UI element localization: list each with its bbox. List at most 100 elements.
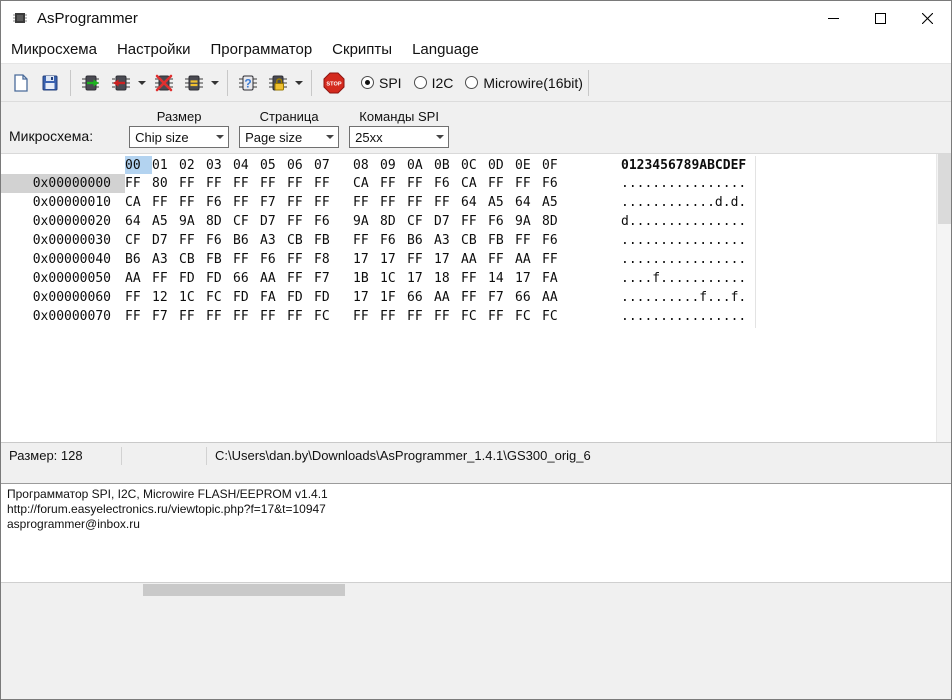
- hex-byte[interactable]: F6: [260, 250, 287, 269]
- hex-byte[interactable]: FF: [542, 250, 569, 269]
- write-chip-button[interactable]: [106, 68, 136, 98]
- hex-byte[interactable]: B6: [233, 231, 260, 250]
- menu-item-1[interactable]: Настройки: [107, 38, 201, 61]
- hex-byte[interactable]: FF: [287, 212, 314, 231]
- hex-byte[interactable]: FF: [488, 250, 515, 269]
- hex-byte[interactable]: FF: [152, 269, 179, 288]
- hex-byte[interactable]: CF: [125, 231, 152, 250]
- hex-byte[interactable]: CB: [461, 231, 488, 250]
- scrollbar-thumb[interactable]: [143, 584, 345, 596]
- chevron-down-icon[interactable]: [432, 127, 448, 147]
- hex-byte[interactable]: F7: [152, 307, 179, 326]
- hex-byte[interactable]: FD: [206, 269, 233, 288]
- hex-byte[interactable]: B6: [125, 250, 152, 269]
- write-dropdown-arrow-icon[interactable]: [136, 68, 147, 98]
- maximize-button[interactable]: [857, 1, 904, 35]
- hex-byte[interactable]: FF: [287, 307, 314, 326]
- hex-byte[interactable]: F7: [488, 288, 515, 307]
- hex-byte[interactable]: FF: [260, 307, 287, 326]
- verify-dropdown-arrow-icon[interactable]: [209, 68, 220, 98]
- hex-byte[interactable]: CA: [353, 174, 380, 193]
- radio-spi[interactable]: SPI: [361, 75, 402, 91]
- hex-ascii[interactable]: ..........f...f.: [621, 288, 746, 307]
- hex-byte[interactable]: FF: [287, 174, 314, 193]
- hex-byte[interactable]: 66: [407, 288, 434, 307]
- hex-ascii[interactable]: ....f...........: [621, 269, 746, 288]
- hex-byte[interactable]: A5: [542, 193, 569, 212]
- hex-byte[interactable]: AA: [542, 288, 569, 307]
- combo-1[interactable]: Page size: [239, 126, 340, 148]
- hex-byte[interactable]: 8D: [380, 212, 407, 231]
- hex-byte[interactable]: CA: [461, 174, 488, 193]
- hex-byte[interactable]: AA: [461, 250, 488, 269]
- save-file-button[interactable]: [35, 68, 65, 98]
- hex-byte[interactable]: 14: [488, 269, 515, 288]
- hex-byte[interactable]: FD: [179, 269, 206, 288]
- hex-byte[interactable]: 64: [125, 212, 152, 231]
- hex-byte[interactable]: A5: [488, 193, 515, 212]
- radio-microwire-16bit-[interactable]: Microwire(16bit): [465, 75, 583, 91]
- hex-byte[interactable]: CF: [233, 212, 260, 231]
- hex-byte[interactable]: FF: [461, 269, 488, 288]
- hex-byte[interactable]: F7: [314, 269, 341, 288]
- hex-byte[interactable]: CB: [179, 250, 206, 269]
- hex-byte[interactable]: FF: [233, 307, 260, 326]
- hex-byte[interactable]: FF: [407, 307, 434, 326]
- hex-byte[interactable]: F6: [488, 212, 515, 231]
- hex-byte[interactable]: FF: [125, 288, 152, 307]
- hex-byte[interactable]: FF: [179, 307, 206, 326]
- log-memo[interactable]: Программатор SPI, I2C, Microwire FLASH/E…: [1, 483, 951, 583]
- hex-byte[interactable]: FB: [206, 250, 233, 269]
- hex-byte[interactable]: F8: [314, 250, 341, 269]
- chevron-down-icon[interactable]: [322, 127, 338, 147]
- hex-byte[interactable]: 9A: [353, 212, 380, 231]
- hex-byte[interactable]: FF: [287, 269, 314, 288]
- hex-byte[interactable]: FF: [461, 212, 488, 231]
- hex-byte[interactable]: AA: [434, 288, 461, 307]
- scrollbar-thumb[interactable]: [938, 154, 951, 224]
- hex-byte[interactable]: F6: [434, 174, 461, 193]
- hex-byte[interactable]: FF: [461, 288, 488, 307]
- hex-byte[interactable]: CF: [407, 212, 434, 231]
- hex-byte[interactable]: 12: [152, 288, 179, 307]
- hex-byte[interactable]: FF: [206, 307, 233, 326]
- hex-byte[interactable]: 17: [407, 269, 434, 288]
- hex-byte[interactable]: FF: [125, 307, 152, 326]
- hex-byte[interactable]: B6: [407, 231, 434, 250]
- hex-byte[interactable]: F6: [542, 174, 569, 193]
- hex-ascii[interactable]: ................: [621, 174, 746, 193]
- hex-byte[interactable]: FF: [515, 174, 542, 193]
- hex-byte[interactable]: FF: [152, 193, 179, 212]
- hex-byte[interactable]: FF: [287, 250, 314, 269]
- hex-byte[interactable]: F6: [542, 231, 569, 250]
- hex-byte[interactable]: FF: [179, 231, 206, 250]
- hex-byte[interactable]: FD: [287, 288, 314, 307]
- hex-byte[interactable]: 17: [380, 250, 407, 269]
- combo-0[interactable]: Chip size: [129, 126, 230, 148]
- hex-byte[interactable]: D7: [434, 212, 461, 231]
- menu-item-2[interactable]: Программатор: [201, 38, 323, 61]
- hex-byte[interactable]: FF: [380, 193, 407, 212]
- hex-ascii[interactable]: ................: [621, 307, 746, 326]
- hex-byte[interactable]: FF: [353, 193, 380, 212]
- hex-byte[interactable]: FF: [206, 174, 233, 193]
- hex-byte[interactable]: CB: [287, 231, 314, 250]
- hex-byte[interactable]: D7: [260, 212, 287, 231]
- hex-ascii[interactable]: d...............: [621, 212, 746, 231]
- hex-byte[interactable]: 8D: [206, 212, 233, 231]
- menu-item-4[interactable]: Language: [402, 38, 489, 61]
- hex-vertical-scrollbar[interactable]: [936, 154, 951, 442]
- hex-ascii[interactable]: ................: [621, 231, 746, 250]
- hex-byte[interactable]: AA: [515, 250, 542, 269]
- hex-byte[interactable]: FF: [233, 193, 260, 212]
- hex-byte[interactable]: FF: [314, 193, 341, 212]
- hex-byte[interactable]: F6: [206, 193, 233, 212]
- minimize-button[interactable]: [810, 1, 857, 35]
- hex-byte[interactable]: FC: [206, 288, 233, 307]
- hex-byte[interactable]: FF: [407, 174, 434, 193]
- read-chip-button[interactable]: [76, 68, 106, 98]
- hex-byte[interactable]: A3: [152, 250, 179, 269]
- hex-byte[interactable]: F6: [206, 231, 233, 250]
- combo-2[interactable]: 25xx: [349, 126, 450, 148]
- hex-byte[interactable]: FC: [314, 307, 341, 326]
